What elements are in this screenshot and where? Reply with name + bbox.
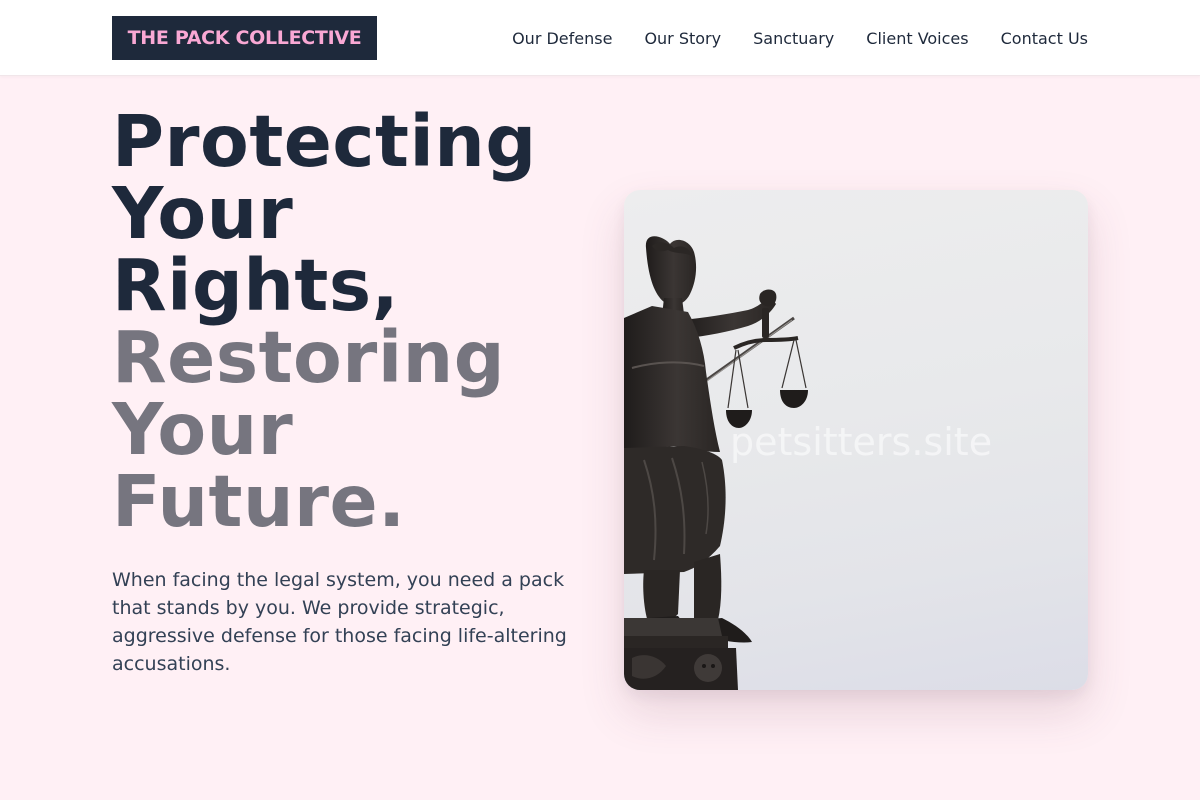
hero-heading: Protecting Your Rights, Restoring Your F…	[112, 106, 592, 538]
hero-heading-line: Your	[112, 388, 294, 471]
hero-description: When facing the legal system, you need a…	[112, 569, 567, 675]
hero-heading-line: Future.	[112, 460, 406, 543]
brand-logo[interactable]: THE PACK COLLECTIVE	[112, 16, 377, 60]
nav-link-sanctuary[interactable]: Sanctuary	[753, 29, 834, 48]
nav-link-contact-us[interactable]: Contact Us	[1001, 29, 1088, 48]
lady-justice-statue-photo	[624, 236, 808, 690]
nav-link-client-voices[interactable]: Client Voices	[866, 29, 968, 48]
main-nav: Our Defense Our Story Sanctuary Client V…	[512, 26, 1088, 50]
hero-heading-line: Your	[112, 172, 294, 255]
nav-link-our-defense[interactable]: Our Defense	[512, 29, 612, 48]
site-header: THE PACK COLLECTIVE Our Defense Our Stor…	[0, 0, 1200, 76]
hero-heading-line: Rights,	[112, 244, 400, 327]
hero-heading-line: Protecting	[112, 100, 537, 183]
hero-image-card: petsitters.site	[624, 190, 1088, 690]
nav-link-our-story[interactable]: Our Story	[644, 29, 721, 48]
hero-heading-line: Restoring	[112, 316, 506, 399]
